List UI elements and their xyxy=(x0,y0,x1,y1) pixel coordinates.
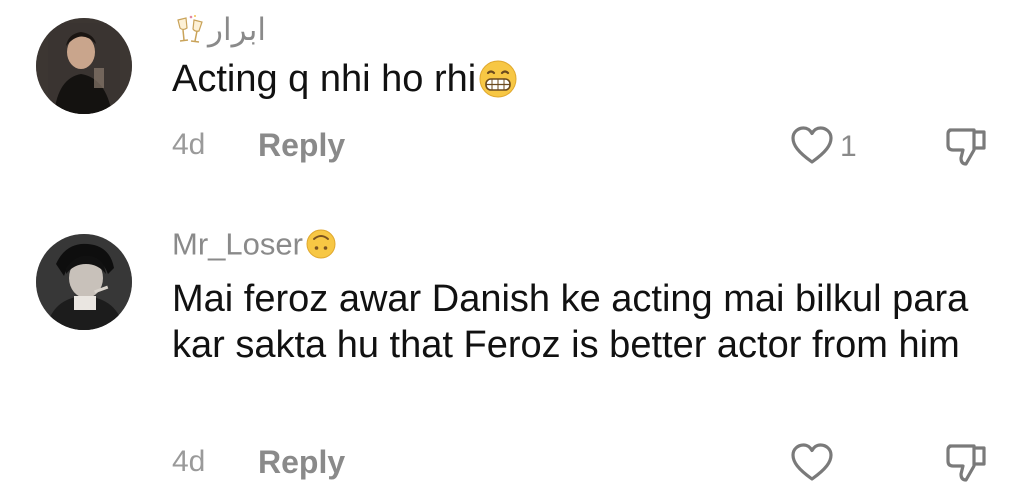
like-button[interactable] xyxy=(790,443,834,488)
avatar[interactable] xyxy=(36,18,132,114)
comment-username[interactable]: Mr_Loser xyxy=(172,228,337,265)
heart-icon xyxy=(790,443,834,487)
thumbs-down-icon xyxy=(944,444,990,490)
comment-text-content: Acting q nhi ho rhi xyxy=(172,58,477,100)
reply-button[interactable]: Reply xyxy=(258,446,345,478)
dislike-button[interactable] xyxy=(944,124,990,175)
grinning-face-emoji xyxy=(478,59,518,110)
champagne-glasses-icon xyxy=(174,14,208,49)
heart-icon xyxy=(790,126,834,170)
comment-text: Mai feroz awar Danish ke acting mai bilk… xyxy=(172,276,992,368)
comment-username[interactable]: ابرار xyxy=(172,14,266,49)
comment-username-text: ابرار xyxy=(208,12,266,47)
like-button[interactable] xyxy=(790,126,834,171)
like-count: 1 xyxy=(840,130,857,163)
dislike-button[interactable] xyxy=(944,440,990,491)
comment-text-content: Mai feroz awar Danish ke acting mai bilk… xyxy=(172,278,969,366)
comment-timestamp: 4d xyxy=(172,128,206,161)
upside-down-face-emoji xyxy=(305,228,337,265)
comment-text: Acting q nhi ho rhi xyxy=(172,56,992,110)
comment-timestamp: 4d xyxy=(172,445,206,478)
avatar[interactable] xyxy=(36,234,132,330)
reply-button[interactable]: Reply xyxy=(258,129,345,161)
comment-username-text: Mr_Loser xyxy=(172,226,303,262)
comment-item: ابرار Acting q nhi ho rhi 4d Reply 1 xyxy=(0,0,1024,200)
thumbs-down-icon xyxy=(944,128,990,174)
comment-item: Mr_Loser Mai feroz awar Danish ke acting… xyxy=(0,200,1024,487)
